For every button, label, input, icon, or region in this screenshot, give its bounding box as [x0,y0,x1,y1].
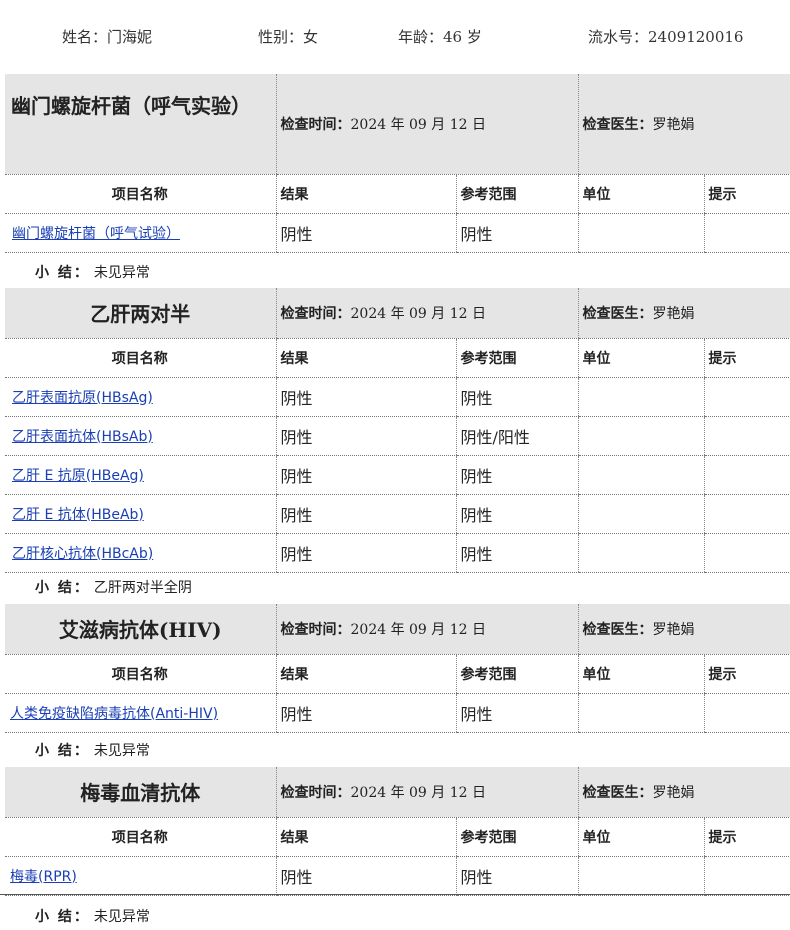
item-link[interactable]: 梅毒(RPR) [10,869,77,885]
range-cell: 阴性 [455,533,579,573]
column-header-row: 项目名称 结果 参考范围 单位 提示 [5,174,790,214]
hint-cell [703,856,790,896]
hint-cell [703,533,790,573]
unit-cell [577,213,705,253]
item-link[interactable]: 乙肝 E 抗体(HBeAb) [12,507,144,523]
hint-cell [703,455,790,495]
result-cell: 阴性 [275,377,456,417]
item-link[interactable]: 乙肝 E 抗原(HBeAg) [12,468,144,484]
item-link[interactable]: 幽门螺旋杆菌（呼气试验） [12,226,180,242]
unit-cell [577,377,705,417]
table-row: 乙肝表面抗原(HBsAg) 阴性 阴性 [5,377,790,417]
item-link[interactable]: 人类免疫缺陷病毒抗体(Anti-HIV) [10,706,218,722]
table-row: 乙肝 E 抗体(HBeAb) 阴性 阴性 [5,494,790,534]
table-row: 梅毒(RPR) 阴性 阴性 [5,856,790,896]
exam-time: 检查时间：2024 年 09 月 12 日 [275,74,579,175]
patient-age: 年龄：46 岁 [398,28,482,46]
unit-cell [577,856,705,896]
exam-doctor: 检查医生：罗艳娟 [577,767,790,818]
section-title: 乙肝两对半 [5,288,276,339]
result-cell: 阴性 [275,494,456,534]
section-title: 梅毒血清抗体 [5,767,276,818]
section-title-row: 艾滋病抗体(HIV) 检查时间：2024 年 09 月 12 日 检查医生：罗艳… [5,604,790,655]
table-row: 乙肝表面抗体(HBsAb) 阴性 阴性/阳性 [5,416,790,456]
unit-cell [577,693,705,733]
column-header-row: 项目名称 结果 参考范围 单位 提示 [5,654,790,694]
result-cell: 阴性 [275,533,456,573]
range-cell: 阴性 [455,856,579,896]
section-syphilis: 梅毒血清抗体 检查时间：2024 年 09 月 12 日 检查医生：罗艳娟 项目… [5,767,790,896]
result-cell: 阴性 [275,455,456,495]
range-cell: 阴性 [455,455,579,495]
unit-cell [577,533,705,573]
result-cell: 阴性 [275,856,456,896]
item-link[interactable]: 乙肝表面抗体(HBsAb) [12,429,153,445]
section-title-row: 梅毒血清抗体 检查时间：2024 年 09 月 12 日 检查医生：罗艳娟 [5,767,790,818]
section-summary: 小 结： 未见异常 [35,265,150,281]
table-row: 乙肝 E 抗原(HBeAg) 阴性 阴性 [5,455,790,495]
table-row: 人类免疫缺陷病毒抗体(Anti-HIV) 阴性 阴性 [5,693,790,733]
section-summary: 小 结： 未见异常 [35,743,150,759]
exam-doctor: 检查医生：罗艳娟 [577,604,790,655]
patient-gender: 性别：女 [258,28,319,46]
range-cell: 阴性/阳性 [455,416,579,456]
section-title: 艾滋病抗体(HIV) [5,604,276,655]
unit-cell [577,494,705,534]
patient-header: 姓名：门海妮 性别：女 年龄：46 岁 流水号：2409120016 [0,26,790,46]
section-hiv: 艾滋病抗体(HIV) 检查时间：2024 年 09 月 12 日 检查医生：罗艳… [5,604,790,733]
exam-time: 检查时间：2024 年 09 月 12 日 [275,604,579,655]
table-row: 乙肝核心抗体(HBcAb) 阴性 阴性 [5,533,790,573]
exam-time: 检查时间：2024 年 09 月 12 日 [275,288,579,339]
exam-doctor: 检查医生：罗艳娟 [577,288,790,339]
hint-cell [703,416,790,456]
result-cell: 阴性 [275,693,456,733]
unit-cell [577,455,705,495]
hint-cell [703,213,790,253]
section-hepatitis-b: 乙肝两对半 检查时间：2024 年 09 月 12 日 检查医生：罗艳娟 项目名… [5,288,790,573]
hint-cell [703,494,790,534]
unit-cell [577,416,705,456]
bottom-divider [0,894,790,895]
item-link[interactable]: 乙肝表面抗原(HBsAg) [12,390,153,406]
result-cell: 阴性 [275,416,456,456]
range-cell: 阴性 [455,494,579,534]
hint-cell [703,693,790,733]
range-cell: 阴性 [455,693,579,733]
column-header-row: 项目名称 结果 参考范围 单位 提示 [5,817,790,857]
exam-doctor: 检查医生：罗艳娟 [577,74,790,175]
column-header-row: 项目名称 结果 参考范围 单位 提示 [5,338,790,378]
serial-number: 流水号：2409120016 [588,28,744,46]
section-summary: 小 结： 未见异常 [35,909,150,925]
range-cell: 阴性 [455,377,579,417]
range-cell: 阴性 [455,213,579,253]
section-summary: 小 结： 乙肝两对半全阴 [35,580,192,596]
section-title-row: 幽门螺旋杆菌（呼气实验） 检查时间：2024 年 09 月 12 日 检查医生：… [5,74,790,175]
result-cell: 阴性 [275,213,456,253]
section-title: 幽门螺旋杆菌（呼气实验） [5,74,276,175]
section-h-pylori: 幽门螺旋杆菌（呼气实验） 检查时间：2024 年 09 月 12 日 检查医生：… [5,74,790,253]
hint-cell [703,377,790,417]
patient-name: 姓名：门海妮 [62,28,153,46]
item-link[interactable]: 乙肝核心抗体(HBcAb) [12,546,153,562]
table-row: 幽门螺旋杆菌（呼气试验） 阴性 阴性 [5,213,790,253]
exam-time: 检查时间：2024 年 09 月 12 日 [275,767,579,818]
section-title-row: 乙肝两对半 检查时间：2024 年 09 月 12 日 检查医生：罗艳娟 [5,288,790,339]
